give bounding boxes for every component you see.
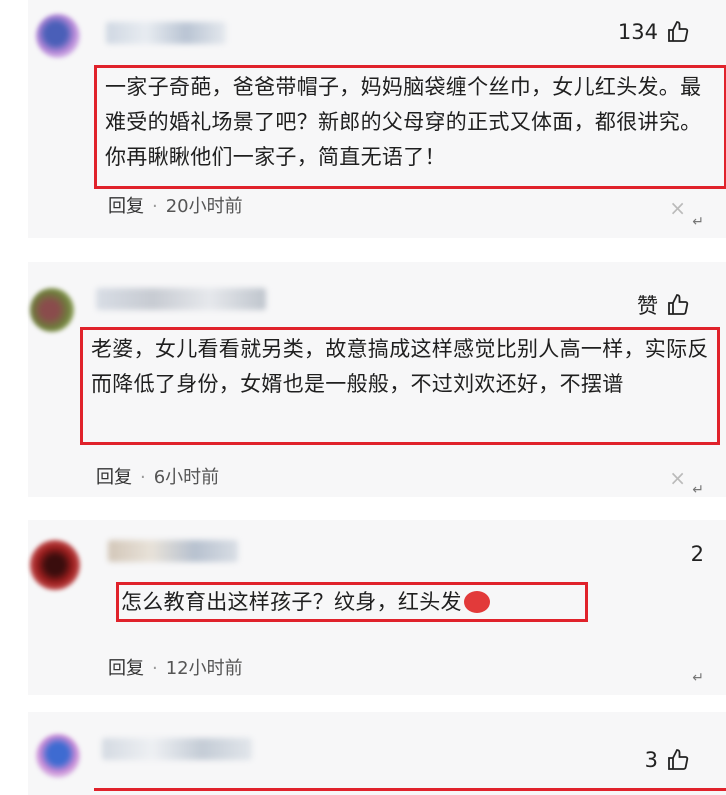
avatar[interactable] [30, 288, 74, 332]
like-count: 2 [690, 542, 704, 566]
comment-card: 2 怎么教育出这样孩子？纹身，红头发 回复 · 12小时前 ↵ [28, 520, 726, 695]
comment-card: 3 [28, 712, 726, 795]
comment-text-highlighted: 一家子奇葩，爸爸带帽子，妈妈脑袋缠个丝巾，女儿红头发。最难受的婚礼场景了吧？新郎… [94, 65, 726, 189]
thumbs-up-icon [668, 21, 689, 42]
like-count: 134 [617, 20, 658, 44]
avatar[interactable] [36, 734, 80, 778]
reply-button[interactable]: 回复 [96, 467, 132, 488]
thumbs-up-icon [668, 749, 689, 770]
comment-meta: 回复 · 12小时前 [108, 654, 243, 680]
close-icon[interactable]: × [669, 196, 686, 220]
reply-button[interactable]: 回复 [108, 658, 144, 679]
reply-button[interactable]: 回复 [108, 196, 144, 217]
thumbs-up-icon [668, 294, 689, 315]
comment-meta: 回复 · 6小时前 [96, 463, 219, 489]
separator-dot: · [152, 196, 158, 217]
return-mark: ↵ [692, 214, 704, 230]
separator-dot: · [140, 467, 146, 488]
username-blurred[interactable] [96, 288, 266, 310]
comment-text: 怎么教育出这样孩子？纹身，红头发 [121, 590, 462, 614]
timestamp: 6小时前 [153, 467, 220, 488]
comment-card: 赞 老婆，女儿看看就另类，故意搞成这样感觉比别人高一样，实际反而降低了身份，女婿… [28, 262, 726, 498]
return-mark: ↵ [692, 670, 704, 686]
comment-meta: 回复 · 20小时前 [108, 192, 243, 218]
username-blurred[interactable] [102, 738, 252, 760]
username-blurred[interactable] [108, 540, 238, 562]
like-button[interactable]: 3 [645, 748, 690, 772]
like-button[interactable]: 赞 [637, 290, 690, 320]
return-mark: ↵ [692, 482, 704, 498]
timestamp: 20小时前 [165, 196, 243, 217]
avatar[interactable] [30, 540, 80, 590]
separator-dot: · [152, 658, 158, 679]
like-count: 赞 [637, 294, 658, 318]
comment-text-highlighted: 怎么教育出这样孩子？纹身，红头发 [116, 582, 588, 622]
like-count: 3 [644, 748, 658, 772]
like-button[interactable]: 2 [691, 542, 704, 566]
angry-emoji-icon [463, 591, 490, 613]
comment-card: 134 一家子奇葩，爸爸带帽子，妈妈脑袋缠个丝巾，女儿红头发。最难受的婚礼场景了… [28, 0, 726, 238]
comment-text-highlighted-top-edge [94, 788, 726, 795]
timestamp: 12小时前 [165, 658, 243, 679]
avatar[interactable] [36, 14, 80, 58]
close-icon[interactable]: × [669, 466, 686, 490]
like-button[interactable]: 134 [618, 20, 690, 44]
username-blurred[interactable] [106, 22, 226, 44]
comment-text-highlighted: 老婆，女儿看看就另类，故意搞成这样感觉比别人高一样，实际反而降低了身份，女婿也是… [80, 327, 720, 445]
